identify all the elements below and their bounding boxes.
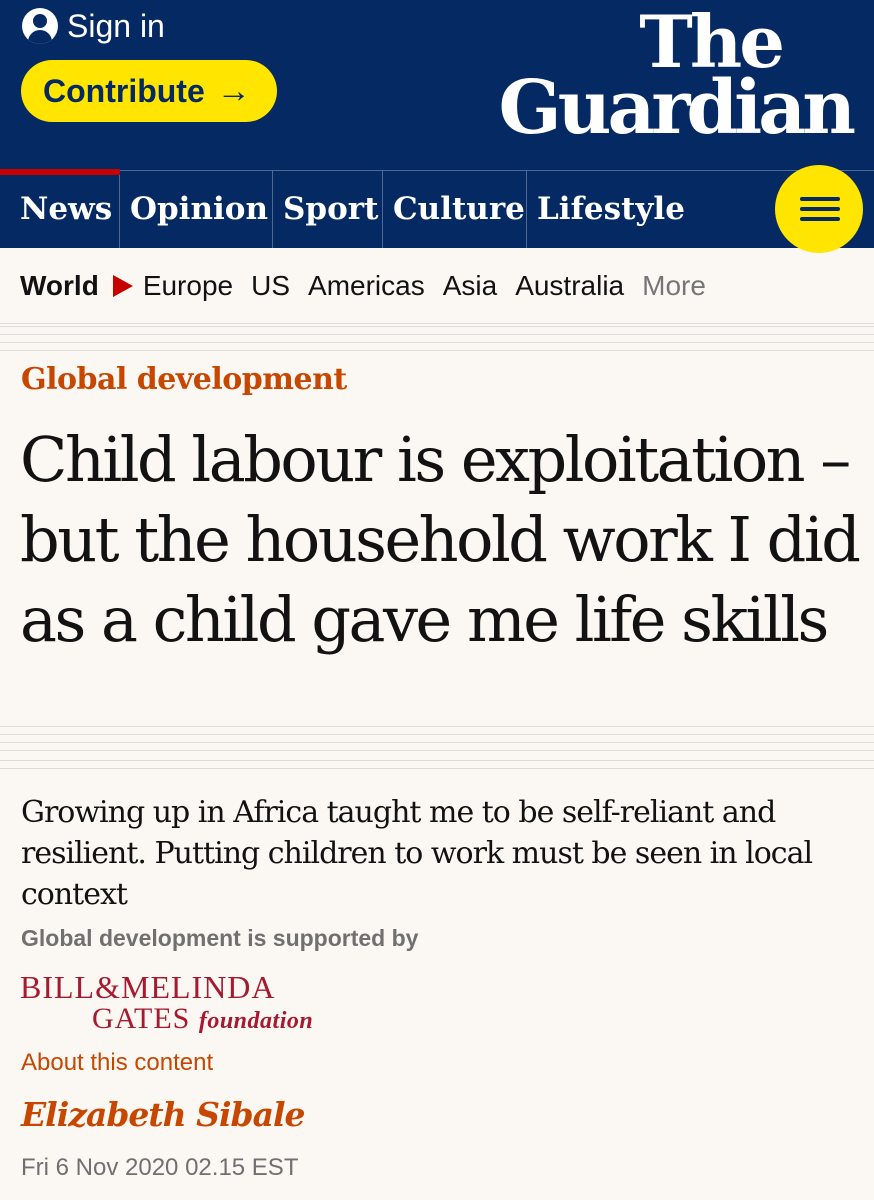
subnav-item-world[interactable]: World — [20, 270, 99, 302]
article-headline: Child labour is exploitation – but the h… — [20, 423, 861, 656]
article-standfirst: Growing up in Africa taught me to be sel… — [21, 795, 813, 912]
sub-nav: World Europe US Americas Asia Australia … — [0, 248, 874, 324]
masthead: Sign in Contribute → The Guardian News O… — [0, 0, 874, 248]
sponsor-gates: GATES — [92, 1002, 191, 1035]
supported-by-label: Global development is supported by — [21, 925, 419, 951]
sponsor-foundation: foundation — [198, 1008, 314, 1034]
sponsor-logo[interactable]: BILL&MELINDA GATES foundation — [20, 970, 313, 1036]
primary-nav: News Opinion Sport Culture Lifestyle — [0, 169, 874, 248]
nav-item-opinion-label: Opinion — [130, 191, 268, 227]
about-this-content-link[interactable]: About this content — [21, 1049, 213, 1077]
contribute-button[interactable]: Contribute → — [21, 60, 277, 122]
nav-item-lifestyle[interactable]: Lifestyle — [527, 171, 697, 248]
hamburger-menu-icon[interactable] — [775, 165, 863, 253]
sponsor-line-2: GATES foundation — [20, 1004, 313, 1036]
divider-rule — [0, 760, 874, 770]
subnav-item-asia[interactable]: Asia — [443, 270, 497, 302]
active-indicator — [0, 169, 120, 175]
subnav-item-americas[interactable]: Americas — [308, 270, 425, 302]
nav-item-sport-label: Sport — [283, 191, 379, 227]
sign-in-link[interactable]: Sign in — [22, 6, 165, 46]
guardian-logo[interactable]: The Guardian — [498, 0, 856, 151]
subnav-item-more[interactable]: More — [642, 270, 706, 302]
publish-date: Fri 6 Nov 2020 02.15 EST — [21, 1154, 299, 1181]
logo-line-2: Guardian — [498, 65, 856, 151]
subnav-item-australia[interactable]: Australia — [515, 270, 624, 302]
sign-in-label: Sign in — [67, 7, 165, 44]
subnav-item-us[interactable]: US — [251, 270, 290, 302]
divider-rules — [0, 726, 874, 752]
nav-item-news[interactable]: News — [0, 169, 120, 248]
sponsor-line-1: BILL&MELINDA — [20, 969, 276, 1005]
nav-item-culture-label: Culture — [393, 191, 525, 227]
section-label[interactable]: Global development — [21, 362, 347, 397]
user-account-icon — [22, 8, 58, 44]
triangle-right-icon — [112, 274, 133, 297]
nav-item-sport[interactable]: Sport — [273, 171, 383, 248]
contribute-label: Contribute — [43, 72, 205, 109]
subnav-item-europe[interactable]: Europe — [143, 270, 233, 302]
nav-item-lifestyle-label: Lifestyle — [537, 191, 685, 227]
author-byline[interactable]: Elizabeth Sibale — [21, 1095, 305, 1134]
divider-rules — [0, 326, 874, 352]
nav-item-culture[interactable]: Culture — [383, 171, 527, 248]
nav-item-news-label: News — [20, 191, 113, 227]
arrow-right-icon: → — [216, 71, 251, 110]
nav-item-opinion[interactable]: Opinion — [120, 171, 273, 248]
